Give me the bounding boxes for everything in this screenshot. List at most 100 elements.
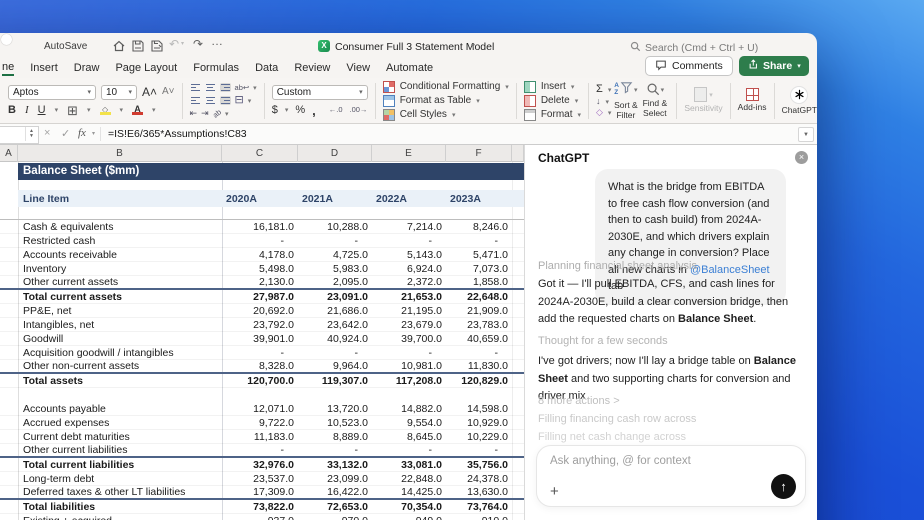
row-label-cell[interactable]: Acquisition goodwill / intangibles (0, 347, 222, 359)
tab-formulas[interactable]: Formulas (193, 62, 239, 74)
value-cell[interactable]: 21,909.0 (446, 305, 512, 317)
value-cell[interactable]: - (298, 347, 372, 359)
merge-center-icon[interactable]: ⊟ (235, 95, 244, 106)
row-label-cell[interactable]: Accounts receivable (0, 249, 222, 261)
column-header-A[interactable]: A (0, 145, 18, 162)
row-label-cell[interactable]: PP&E, net (0, 305, 222, 317)
value-cell[interactable]: 12,071.0 (222, 403, 298, 415)
row-label-cell[interactable]: Restricted cash (0, 235, 222, 247)
more-commands-icon[interactable]: … (211, 34, 223, 48)
value-cell[interactable]: 73,822.0 (222, 501, 298, 513)
sensitivity-button[interactable]: ▾ Sensitivity (684, 87, 723, 114)
increase-decimal-icon[interactable]: ←.0 (329, 106, 343, 114)
column-header-partial[interactable] (512, 145, 524, 162)
value-cell[interactable]: - (446, 235, 512, 247)
font-color-chevron-icon[interactable]: ▾ (152, 106, 156, 114)
tab-home-fragment[interactable]: ne (2, 61, 15, 76)
value-cell[interactable]: - (372, 347, 446, 359)
underline-chevron-icon[interactable]: ▾ (55, 106, 59, 114)
value-cell[interactable]: 23,679.0 (372, 319, 446, 331)
value-cell[interactable]: - (446, 347, 512, 359)
value-cell[interactable]: 10,929.0 (446, 417, 512, 429)
value-cell[interactable]: 119,307.0 (298, 375, 372, 387)
value-cell[interactable]: 27,987.0 (222, 291, 298, 303)
underline-button[interactable]: U (38, 104, 46, 116)
font-size-dropdown[interactable]: 10 ▾ (101, 84, 137, 100)
row-label-cell[interactable]: Accrued expenses (0, 417, 222, 429)
save-icon[interactable] (131, 39, 145, 53)
formula-text[interactable]: =IS!E6/365*Assumptions!C83 (108, 128, 247, 140)
value-cell[interactable]: 10,229.0 (446, 431, 512, 443)
value-cell[interactable]: 16,422.0 (298, 486, 372, 498)
increase-font-icon[interactable]: A˄ (142, 86, 157, 98)
value-cell[interactable]: 11,183.0 (222, 431, 298, 443)
italic-button[interactable]: I (25, 104, 29, 116)
redo-icon[interactable]: ↷ (193, 37, 203, 51)
value-cell[interactable]: - (372, 235, 446, 247)
sort-filter-button[interactable]: AZ ▾ Sort & Filter (611, 81, 640, 121)
value-cell[interactable]: 21,686.0 (298, 305, 372, 317)
conditional-formatting-button[interactable]: Conditional Formatting ▾ (382, 80, 509, 93)
currency-format-icon[interactable]: $ (272, 104, 278, 116)
row-label-cell[interactable]: Accounts payable (0, 403, 222, 415)
value-cell[interactable]: 4,725.0 (298, 249, 372, 261)
value-cell[interactable]: 120,700.0 (222, 375, 298, 387)
column-header-D[interactable]: D (298, 145, 372, 162)
value-cell[interactable]: 20,692.0 (222, 305, 298, 317)
value-cell[interactable]: 9,554.0 (372, 417, 446, 429)
value-cell[interactable]: 117,208.0 (372, 375, 446, 387)
year-header-2020A[interactable]: 2020A (222, 193, 298, 205)
value-cell[interactable]: 9,964.0 (298, 360, 372, 372)
line-item-header-row[interactable]: Line Item 2020A 2021A 2022A 2023A (18, 190, 524, 207)
currency-chevron-icon[interactable]: ▾ (285, 106, 289, 114)
value-cell[interactable]: 23,091.0 (298, 291, 372, 303)
align-center-icon[interactable] (205, 96, 216, 105)
line-item-label[interactable]: Line Item (18, 193, 222, 205)
value-cell[interactable]: - (446, 444, 512, 456)
tab-review[interactable]: Review (294, 62, 330, 74)
fill-down-icon[interactable]: ↓ (596, 97, 601, 106)
row-label-cell[interactable]: Total current liabilities (0, 459, 222, 471)
formula-bar-expand-icon[interactable]: ▼ (798, 127, 814, 142)
value-cell[interactable]: 39,700.0 (372, 333, 446, 345)
value-cell[interactable]: 949.0 (372, 515, 446, 520)
percent-format-icon[interactable]: % (295, 104, 305, 116)
row-label-cell[interactable]: Long-term debt (0, 473, 222, 485)
decrease-decimal-icon[interactable]: .00→ (350, 106, 368, 114)
row-label-cell[interactable]: Current debt maturities (0, 431, 222, 443)
sheet-title-bar[interactable]: Balance Sheet ($mm) (18, 163, 524, 180)
tab-automate[interactable]: Automate (386, 62, 433, 74)
align-middle-icon[interactable] (205, 83, 216, 92)
send-button[interactable]: ↑ (771, 474, 796, 499)
value-cell[interactable]: 5,143.0 (372, 249, 446, 261)
value-cell[interactable]: 10,523.0 (298, 417, 372, 429)
value-cell[interactable]: 14,598.0 (446, 403, 512, 415)
tab-view[interactable]: View (346, 62, 370, 74)
value-cell[interactable]: 24,378.0 (446, 473, 512, 485)
row-label-cell[interactable]: Deferred taxes & other LT liabilities (0, 486, 222, 498)
column-header-E[interactable]: E (372, 145, 446, 162)
format-cells-button[interactable]: Format ▾ (523, 108, 581, 121)
fill-color-chevron-icon[interactable]: ▾ (120, 106, 124, 114)
value-cell[interactable]: 73,764.0 (446, 501, 512, 513)
value-cell[interactable]: 13,720.0 (298, 403, 372, 415)
value-cell[interactable]: 2,095.0 (298, 276, 372, 288)
value-cell[interactable]: 970.0 (298, 515, 372, 520)
value-cell[interactable]: 5,498.0 (222, 263, 298, 275)
value-cell[interactable]: - (222, 235, 298, 247)
find-select-button[interactable]: ▾ Find & Select (640, 82, 669, 119)
insert-function-icon[interactable]: fx (78, 127, 86, 139)
row-label-cell[interactable]: Inventory (0, 263, 222, 275)
undo-chevron-icon[interactable]: ▾ (181, 40, 184, 47)
home-icon[interactable] (112, 39, 126, 53)
value-cell[interactable]: 14,882.0 (372, 403, 446, 415)
increase-indent-icon[interactable]: ⇥ (201, 109, 209, 118)
confirm-entry-icon[interactable]: ✓ (61, 127, 70, 140)
align-left-icon[interactable] (190, 96, 201, 105)
borders-icon[interactable]: ⊞ (67, 104, 78, 117)
value-cell[interactable]: 23,099.0 (298, 473, 372, 485)
row-label-cell[interactable]: Total liabilities (0, 501, 222, 513)
fill-color-icon[interactable]: ◇ (99, 105, 111, 115)
value-cell[interactable]: 16,181.0 (222, 221, 298, 233)
align-right-icon[interactable] (219, 96, 231, 105)
